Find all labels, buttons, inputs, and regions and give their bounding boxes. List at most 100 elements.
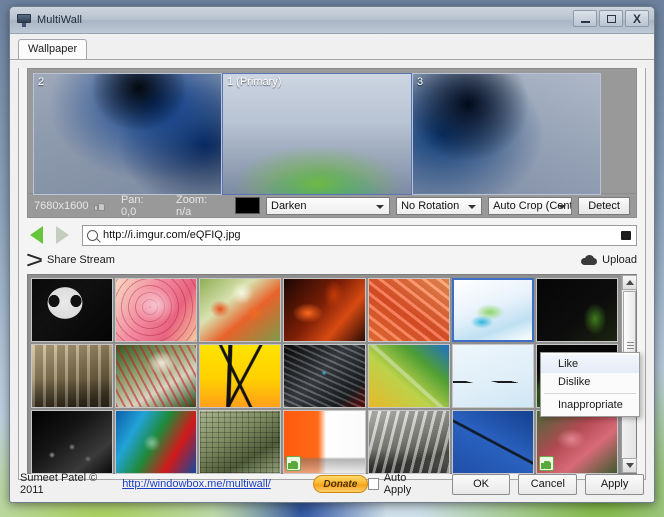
monitor-2[interactable]: 2 — [33, 73, 222, 195]
thumbnail-mech-robot[interactable] — [283, 344, 366, 408]
thumbs-up-icon[interactable] — [94, 200, 106, 211]
auto-apply-checkbox[interactable]: Auto Apply — [367, 472, 430, 496]
thumbnail-art — [452, 345, 533, 407]
background-color-swatch[interactable] — [235, 197, 260, 214]
upload-label: Upload — [602, 254, 637, 266]
back-arrow-icon[interactable] — [30, 226, 43, 244]
shuffle-icon — [27, 254, 42, 266]
footer-bar: Sumeet Patel © 2011 http://windowbox.me/… — [10, 466, 654, 502]
apply-button[interactable]: Apply — [585, 473, 644, 495]
thumbnail-yellow-tree[interactable] — [199, 344, 282, 408]
thumbnail-pink-lily[interactable] — [115, 278, 198, 342]
liked-badge-icon — [286, 456, 302, 471]
zoom-label: Zoom: n/a — [175, 193, 208, 218]
window-title: MultiWall — [37, 14, 83, 26]
multiwall-window: MultiWall X Wallpaper 2 1 (Primary) 3 76… — [9, 6, 655, 503]
rotation-value: No Rotation — [401, 199, 460, 212]
thumbnail-baseball-grass[interactable] — [115, 344, 198, 408]
search-icon — [87, 229, 98, 241]
thumbnail-art — [284, 279, 365, 341]
thumbnail-architecture[interactable] — [367, 410, 450, 474]
thumbnail-context-menu: Like Dislike Inappropriate — [540, 352, 640, 417]
thumbnail-art — [32, 345, 113, 407]
monitor-label: 2 — [38, 76, 45, 88]
thumbnail-paper-plane[interactable] — [451, 344, 534, 408]
thumbnail-art — [368, 279, 449, 341]
monitor-1-primary[interactable]: 1 (Primary) — [222, 73, 412, 195]
thumbnail-stone-ruins[interactable] — [31, 344, 114, 408]
chevron-down-icon — [468, 204, 477, 209]
detect-button[interactable]: Detect — [578, 196, 630, 215]
crop-select[interactable]: Auto Crop (Center — [488, 196, 573, 215]
monitor-label: 3 — [417, 76, 424, 88]
cancel-button[interactable]: Cancel — [518, 473, 578, 495]
chevron-down-icon — [376, 204, 385, 209]
forward-arrow-icon[interactable] — [56, 226, 69, 244]
thumbnail-orange-bottle[interactable] — [283, 410, 366, 474]
thumbnail-orange-poppies[interactable] — [199, 278, 282, 342]
fill-mode-value: Darken — [271, 199, 307, 212]
chevron-down-icon — [558, 204, 567, 209]
thumbnail-art — [368, 411, 449, 473]
rotation-select[interactable]: No Rotation — [396, 196, 483, 215]
liked-badge-icon — [538, 456, 554, 471]
thumbnail-art — [200, 279, 281, 341]
thumbnail-blue-diagonal[interactable] — [451, 410, 534, 474]
tab-strip: Wallpaper — [10, 34, 654, 60]
scroll-up-icon[interactable] — [622, 275, 637, 290]
monitor-icon — [17, 13, 31, 27]
monitor-3[interactable]: 3 — [412, 73, 601, 195]
url-value: http://i.imgur.com/eQFIQ.jpg — [103, 229, 241, 241]
thumbnail-art — [200, 345, 281, 407]
website-link[interactable]: http://windowbox.me/multiwall/ — [122, 478, 271, 490]
thumbnail-blue-white-abstract[interactable] — [451, 278, 534, 342]
monitor-preview[interactable]: 2 1 (Primary) 3 — [27, 68, 637, 195]
checkbox-box — [367, 478, 379, 490]
menu-item-inappropriate[interactable]: Inappropriate — [541, 396, 639, 414]
main-panel: 2 1 (Primary) 3 7680x1600 Pan: 0,0 Zoom:… — [18, 68, 646, 480]
monitor-label: 1 (Primary) — [227, 76, 282, 88]
thumbnail-art — [116, 411, 197, 473]
thumbnail-art — [452, 411, 533, 473]
thumbnail-art — [32, 279, 113, 341]
thumbnail-keyboard-macro[interactable] — [31, 410, 114, 474]
pan-label: Pan: 0,0 — [120, 193, 144, 218]
thumbnail-art — [116, 345, 197, 407]
copyright-label: Sumeet Patel © 2011 — [20, 472, 98, 496]
menu-item-dislike[interactable]: Dislike — [541, 373, 639, 391]
thumbnail-skull-art[interactable] — [31, 278, 114, 342]
tab-wallpaper[interactable]: Wallpaper — [18, 39, 88, 59]
thumbnail-red-coral[interactable] — [535, 410, 618, 474]
thumbnail-art — [536, 279, 617, 341]
share-stream-label: Share Stream — [47, 254, 115, 266]
thumbnail-dark-leaf[interactable] — [535, 278, 618, 342]
image-icon[interactable] — [621, 230, 631, 240]
donate-button[interactable]: Donate — [312, 475, 368, 493]
thumbnail-circuit-board[interactable] — [199, 410, 282, 474]
menu-item-like[interactable]: Like — [541, 355, 639, 373]
thumbnail-paint-swirl[interactable] — [115, 410, 198, 474]
minimize-button[interactable] — [573, 10, 597, 27]
thumbnail-grid — [28, 275, 621, 474]
thumbnail-art — [453, 280, 532, 340]
resolution-label: 7680x1600 — [34, 199, 89, 212]
thumbnail-art — [32, 411, 113, 473]
share-stream-button[interactable]: Share Stream — [27, 254, 115, 266]
thumbnail-orange-fabric[interactable] — [367, 278, 450, 342]
auto-apply-label: Auto Apply — [383, 472, 412, 496]
url-input[interactable]: http://i.imgur.com/eQFIQ.jpg — [82, 224, 637, 246]
preview-toolbar: 7680x1600 Pan: 0,0 Zoom: n/a Darken No R… — [27, 194, 637, 218]
thumbnail-red-dragon[interactable] — [283, 278, 366, 342]
cloud-upload-icon — [581, 255, 598, 265]
upload-button[interactable]: Upload — [581, 254, 637, 266]
thumbnail-art — [200, 411, 281, 473]
thumbnail-green-yellow-curve[interactable] — [367, 344, 450, 408]
url-bar-row: http://i.imgur.com/eQFIQ.jpg — [27, 223, 637, 247]
close-button[interactable]: X — [625, 10, 649, 27]
thumbnail-art — [284, 345, 365, 407]
thumbnail-art — [368, 345, 449, 407]
share-row: Share Stream Upload — [27, 250, 637, 270]
ok-button[interactable]: OK — [451, 473, 511, 495]
fill-mode-select[interactable]: Darken — [266, 196, 391, 215]
maximize-button[interactable] — [599, 10, 623, 27]
